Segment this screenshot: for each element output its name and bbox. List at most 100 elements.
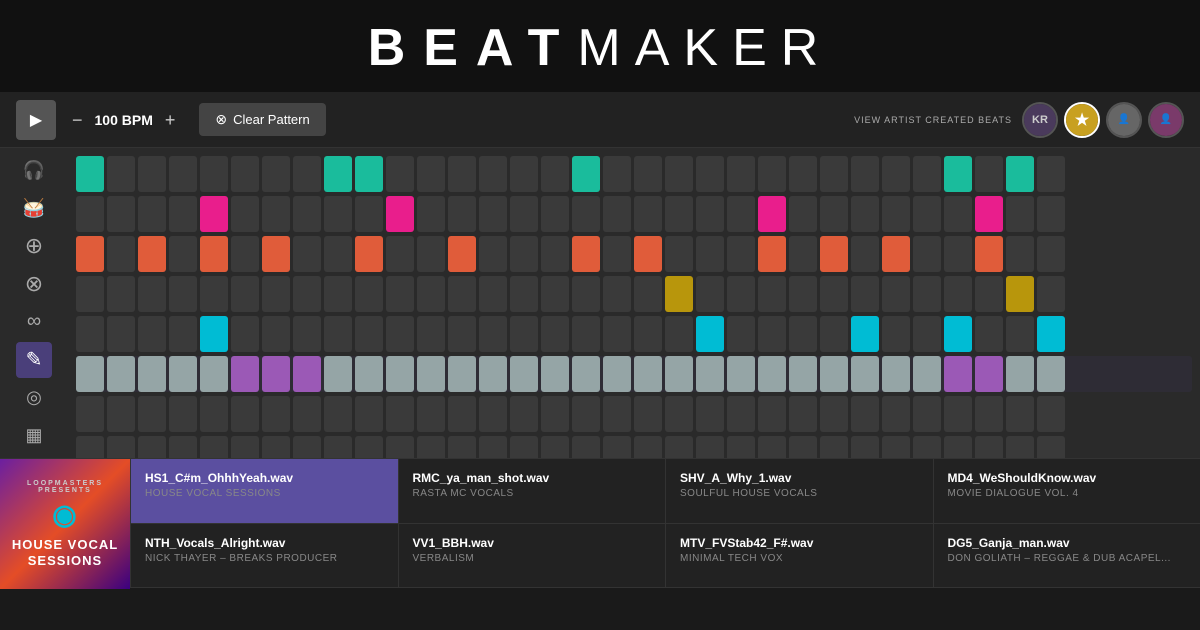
beat-cell[interactable] — [76, 436, 104, 458]
beat-cell[interactable] — [355, 316, 383, 352]
beat-cell[interactable] — [727, 236, 755, 272]
beat-cell[interactable] — [169, 196, 197, 232]
beat-cell[interactable] — [293, 396, 321, 432]
beat-cell[interactable] — [169, 356, 197, 392]
beat-cell[interactable] — [324, 396, 352, 432]
beat-cell[interactable] — [603, 276, 631, 312]
beat-cell[interactable] — [727, 156, 755, 192]
beat-cell[interactable] — [417, 396, 445, 432]
beat-cell[interactable] — [944, 236, 972, 272]
beat-cell[interactable] — [851, 236, 879, 272]
beat-cell[interactable] — [882, 316, 910, 352]
beat-cell[interactable] — [1037, 356, 1065, 392]
beat-cell[interactable] — [541, 276, 569, 312]
beat-cell[interactable] — [1006, 436, 1034, 458]
beat-cell[interactable] — [541, 436, 569, 458]
beat-cell[interactable] — [355, 276, 383, 312]
beat-cell[interactable] — [1006, 236, 1034, 272]
beat-cell[interactable] — [169, 436, 197, 458]
beat-cell[interactable] — [665, 436, 693, 458]
beat-cell[interactable] — [479, 236, 507, 272]
beat-cell[interactable] — [696, 396, 724, 432]
beat-cell[interactable] — [231, 316, 259, 352]
beat-cell[interactable] — [200, 236, 228, 272]
beat-cell[interactable] — [541, 196, 569, 232]
beat-cell[interactable] — [975, 236, 1003, 272]
beat-cell[interactable] — [200, 356, 228, 392]
beat-cell[interactable] — [200, 156, 228, 192]
beat-cell[interactable] — [510, 196, 538, 232]
beat-cell[interactable] — [417, 356, 445, 392]
avatar-4[interactable]: 👤 — [1148, 102, 1184, 138]
beat-cell[interactable] — [76, 396, 104, 432]
beat-cell[interactable] — [293, 276, 321, 312]
beat-cell[interactable] — [851, 156, 879, 192]
beat-cell[interactable] — [76, 356, 104, 392]
beat-cell[interactable] — [107, 236, 135, 272]
beat-cell[interactable] — [1037, 316, 1065, 352]
track-icon-7[interactable]: ▦ — [16, 417, 52, 453]
beat-cell[interactable] — [293, 156, 321, 192]
beat-cell[interactable] — [231, 356, 259, 392]
beat-cell[interactable] — [448, 436, 476, 458]
avatar-3[interactable]: 👤 — [1106, 102, 1142, 138]
beat-cell[interactable] — [758, 196, 786, 232]
beat-cell[interactable] — [479, 196, 507, 232]
beat-cell[interactable] — [479, 396, 507, 432]
beat-cell[interactable] — [975, 196, 1003, 232]
beat-cell[interactable] — [820, 156, 848, 192]
beat-cell[interactable] — [603, 356, 631, 392]
beat-cell[interactable] — [231, 276, 259, 312]
beat-cell[interactable] — [138, 316, 166, 352]
beat-cell[interactable] — [1006, 196, 1034, 232]
track-icon-6[interactable]: ◎ — [16, 379, 52, 415]
beat-cell[interactable] — [758, 396, 786, 432]
beat-cell[interactable] — [1037, 276, 1065, 312]
beat-cell[interactable] — [727, 196, 755, 232]
beat-cell[interactable] — [882, 236, 910, 272]
beat-cell[interactable] — [76, 196, 104, 232]
beat-cell[interactable] — [882, 156, 910, 192]
beat-cell[interactable] — [665, 156, 693, 192]
beat-cell[interactable] — [138, 396, 166, 432]
beat-cell[interactable] — [448, 356, 476, 392]
beat-cell[interactable] — [758, 276, 786, 312]
beat-cell[interactable] — [727, 316, 755, 352]
beat-cell[interactable] — [789, 156, 817, 192]
beat-cell[interactable] — [913, 356, 941, 392]
beat-cell[interactable] — [448, 276, 476, 312]
beat-cell[interactable] — [913, 396, 941, 432]
beat-cell[interactable] — [572, 276, 600, 312]
beat-cell[interactable] — [107, 356, 135, 392]
beat-cell[interactable] — [293, 436, 321, 458]
beat-cell[interactable] — [107, 316, 135, 352]
beat-cell[interactable] — [107, 396, 135, 432]
beat-cell[interactable] — [603, 156, 631, 192]
beat-cell[interactable] — [727, 396, 755, 432]
beat-cell[interactable] — [758, 356, 786, 392]
beat-cell[interactable] — [572, 156, 600, 192]
beat-cell[interactable] — [479, 276, 507, 312]
beat-cell[interactable] — [510, 436, 538, 458]
clear-pattern-button[interactable]: Clear Pattern — [199, 103, 325, 136]
beat-cell[interactable] — [1037, 196, 1065, 232]
beat-cell[interactable] — [572, 316, 600, 352]
beat-cell[interactable] — [882, 396, 910, 432]
beat-cell[interactable] — [169, 156, 197, 192]
beat-cell[interactable] — [262, 236, 290, 272]
beat-cell[interactable] — [386, 356, 414, 392]
beat-cell[interactable] — [417, 236, 445, 272]
beat-cell[interactable] — [665, 356, 693, 392]
beat-cell[interactable] — [665, 236, 693, 272]
bpm-decrease-button[interactable]: − — [68, 111, 87, 129]
beat-cell[interactable] — [789, 316, 817, 352]
beat-cell[interactable] — [944, 196, 972, 232]
beat-cell[interactable] — [975, 316, 1003, 352]
beat-cell[interactable] — [448, 196, 476, 232]
avatar-1[interactable]: KR — [1022, 102, 1058, 138]
beat-cell[interactable] — [448, 316, 476, 352]
beat-cell[interactable] — [603, 236, 631, 272]
beat-cell[interactable] — [696, 196, 724, 232]
beat-cell[interactable] — [200, 316, 228, 352]
beat-cell[interactable] — [479, 436, 507, 458]
